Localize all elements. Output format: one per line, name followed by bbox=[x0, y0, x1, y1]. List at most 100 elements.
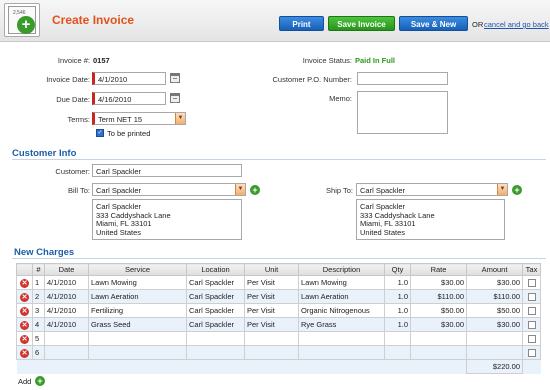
ship-to-value: Carl Spackler bbox=[360, 186, 406, 195]
qty-cell[interactable]: 1.0 bbox=[384, 275, 411, 290]
qty-cell[interactable] bbox=[384, 345, 411, 360]
print-button[interactable]: Print bbox=[279, 16, 324, 31]
tax-checkbox[interactable] bbox=[527, 307, 536, 315]
description-cell[interactable]: Rye Grass bbox=[298, 317, 385, 332]
customer-field[interactable]: Carl Spackler bbox=[92, 164, 242, 177]
location-cell[interactable]: Carl Spackler bbox=[186, 289, 245, 304]
location-cell[interactable]: Carl Spackler bbox=[186, 275, 245, 290]
tax-checkbox[interactable] bbox=[527, 293, 536, 301]
tax-checkbox[interactable] bbox=[527, 321, 536, 329]
bill-to-address[interactable]: Carl Spackler 333 Caddyshack Lane Miami,… bbox=[92, 199, 242, 240]
add-bill-to-icon[interactable]: + bbox=[250, 185, 260, 195]
po-number-field[interactable] bbox=[357, 72, 448, 85]
column-header: Rate bbox=[410, 263, 467, 276]
location-cell[interactable] bbox=[186, 331, 245, 346]
date-cell[interactable]: 4/1/2010 bbox=[44, 289, 89, 304]
column-header: # bbox=[32, 263, 45, 276]
description-cell[interactable]: Organic Nitrogenous bbox=[298, 303, 385, 318]
remove-row-icon[interactable]: ✕ bbox=[20, 306, 29, 316]
invoice-date-field[interactable]: 4/1/2010 bbox=[92, 72, 166, 85]
description-cell[interactable]: Lawn Mowing bbox=[298, 275, 385, 290]
address-line: United States bbox=[96, 227, 142, 237]
cancel-link[interactable]: cancel and go back bbox=[484, 20, 549, 29]
service-cell[interactable]: Lawn Mowing bbox=[88, 275, 187, 290]
description-cell[interactable] bbox=[298, 345, 385, 360]
remove-row-icon[interactable]: ✕ bbox=[20, 292, 29, 302]
location-cell[interactable]: Carl Spackler bbox=[186, 303, 245, 318]
column-header: Service bbox=[88, 263, 187, 276]
amount-cell: $110.00 bbox=[466, 289, 523, 304]
rate-cell[interactable] bbox=[410, 345, 467, 360]
qty-cell[interactable]: 1.0 bbox=[384, 317, 411, 332]
add-row-icon[interactable]: + bbox=[35, 376, 45, 386]
unit-cell[interactable]: Per Visit bbox=[244, 289, 299, 304]
column-header: Qty bbox=[384, 263, 411, 276]
rate-cell[interactable]: $50.00 bbox=[410, 303, 467, 318]
row-number: 6 bbox=[32, 345, 45, 360]
customer-info-heading: Customer Info bbox=[12, 148, 77, 159]
rate-cell[interactable]: $30.00 bbox=[410, 275, 467, 290]
service-cell[interactable]: Grass Seed bbox=[88, 317, 187, 332]
location-cell[interactable] bbox=[186, 345, 245, 360]
calendar-icon[interactable] bbox=[170, 93, 180, 103]
rate-cell[interactable]: $30.00 bbox=[410, 317, 467, 332]
invoice-date-label: Invoice Date: bbox=[46, 75, 90, 84]
column-header: Amount bbox=[466, 263, 523, 276]
service-cell[interactable] bbox=[88, 331, 187, 346]
tax-checkbox[interactable] bbox=[527, 279, 536, 287]
unit-cell[interactable] bbox=[244, 345, 299, 360]
service-cell[interactable] bbox=[88, 345, 187, 360]
remove-row-icon[interactable]: ✕ bbox=[20, 320, 29, 330]
chevron-down-icon[interactable]: ▼ bbox=[497, 184, 507, 195]
service-cell[interactable]: Lawn Aeration bbox=[88, 289, 187, 304]
save-invoice-button[interactable]: Save Invoice bbox=[328, 16, 395, 31]
page-title: Create Invoice bbox=[52, 13, 135, 27]
date-cell[interactable]: 4/1/2010 bbox=[44, 317, 89, 332]
ship-to-address[interactable]: Carl Spackler 333 Caddyshack Lane Miami,… bbox=[356, 199, 505, 240]
unit-cell[interactable]: Per Visit bbox=[244, 275, 299, 290]
service-cell[interactable]: Fertilizing bbox=[88, 303, 187, 318]
rate-cell[interactable]: $110.00 bbox=[410, 289, 467, 304]
charges-table: # Date Service Location Unit Description… bbox=[16, 263, 541, 374]
memo-field[interactable] bbox=[357, 91, 448, 134]
column-header: Description bbox=[298, 263, 385, 276]
chevron-down-icon[interactable]: ▼ bbox=[175, 113, 185, 124]
tax-checkbox[interactable] bbox=[527, 335, 536, 343]
unit-cell[interactable] bbox=[244, 331, 299, 346]
table-row: ✕ 4 4/1/2010 Grass Seed Carl Spackler Pe… bbox=[16, 317, 541, 332]
or-text: OR bbox=[472, 20, 484, 29]
date-cell[interactable]: 4/1/2010 bbox=[44, 303, 89, 318]
description-cell[interactable] bbox=[298, 331, 385, 346]
bill-to-value: Carl Spackler bbox=[96, 186, 142, 195]
location-cell[interactable]: Carl Spackler bbox=[186, 317, 245, 332]
unit-cell[interactable]: Per Visit bbox=[244, 303, 299, 318]
address-line: United States bbox=[360, 227, 406, 237]
remove-row-icon[interactable]: ✕ bbox=[20, 348, 29, 358]
tax-checkbox[interactable] bbox=[527, 349, 536, 357]
qty-cell[interactable]: 1.0 bbox=[384, 303, 411, 318]
rate-cell[interactable] bbox=[410, 331, 467, 346]
date-cell[interactable]: 4/1/2010 bbox=[44, 275, 89, 290]
ship-to-select[interactable]: Carl Spackler ▼ bbox=[356, 183, 508, 196]
bill-to-select[interactable]: Carl Spackler ▼ bbox=[92, 183, 246, 196]
date-cell[interactable] bbox=[44, 345, 89, 360]
date-cell[interactable] bbox=[44, 331, 89, 346]
description-cell[interactable]: Lawn Aeration bbox=[298, 289, 385, 304]
column-header: Location bbox=[186, 263, 245, 276]
calendar-icon[interactable] bbox=[170, 73, 180, 83]
add-ship-to-icon[interactable]: + bbox=[512, 185, 522, 195]
save-and-new-button[interactable]: Save & New bbox=[399, 16, 468, 31]
chevron-down-icon[interactable]: ▼ bbox=[235, 184, 245, 195]
qty-cell[interactable] bbox=[384, 331, 411, 346]
customer-label: Customer: bbox=[55, 167, 90, 176]
unit-cell[interactable]: Per Visit bbox=[244, 317, 299, 332]
terms-select[interactable]: Term NET 15 ▼ bbox=[92, 112, 186, 125]
to-be-printed-checkbox[interactable]: ✓ bbox=[96, 129, 104, 137]
column-header: Tax bbox=[522, 263, 541, 276]
remove-row-icon[interactable]: ✕ bbox=[20, 334, 29, 344]
qty-cell[interactable]: 1.0 bbox=[384, 289, 411, 304]
remove-row-icon[interactable]: ✕ bbox=[20, 278, 29, 288]
due-date-field[interactable]: 4/16/2010 bbox=[92, 92, 166, 105]
add-row-label[interactable]: Add bbox=[18, 377, 31, 386]
due-date-label: Due Date: bbox=[56, 95, 90, 104]
